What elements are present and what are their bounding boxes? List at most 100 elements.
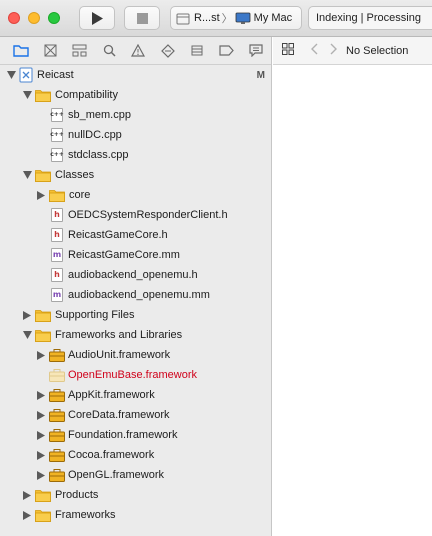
tree-row[interactable]: c++ nullDC.cpp: [0, 125, 271, 145]
no-selection-label: No Selection: [346, 44, 409, 57]
window-toolbar: R...st 〉 My Mac Indexing | Processing: [0, 0, 432, 37]
grid-icon: [282, 43, 294, 55]
disclosure-collapsed-icon[interactable]: [36, 410, 46, 420]
tree-row-label: core: [69, 189, 91, 201]
back-button[interactable]: [310, 43, 318, 58]
related-items-button[interactable]: [282, 43, 294, 58]
tree-row-label: stdclass.cpp: [68, 149, 129, 161]
tree-row[interactable]: CoreData.framework: [0, 405, 271, 425]
tab-debug-navigator[interactable]: [183, 41, 212, 61]
editor-area: [273, 66, 432, 536]
stop-icon: [136, 12, 148, 24]
tree-row-label: Classes: [55, 169, 95, 181]
tree-row-label: Products: [55, 489, 99, 501]
header-file-icon: h: [51, 228, 63, 242]
tab-source-control-navigator[interactable]: [35, 41, 64, 61]
app-target-icon: [176, 13, 190, 24]
disclosure-expanded-icon[interactable]: [22, 330, 32, 340]
disclosure-expanded-icon[interactable]: [22, 90, 32, 100]
minimize-window-button[interactable]: [28, 12, 40, 24]
run-button[interactable]: [79, 6, 115, 30]
disclosure-collapsed-icon[interactable]: [36, 190, 46, 200]
framework-toolbox-icon: [49, 348, 65, 362]
editor-jump-bar: No Selection: [273, 37, 432, 65]
tree-row[interactable]: Frameworks and Libraries: [0, 325, 271, 345]
tree-row[interactable]: m audiobackend_openemu.mm: [0, 285, 271, 305]
tab-symbol-navigator[interactable]: [65, 41, 94, 61]
run-destination-label: My Mac: [253, 12, 293, 24]
forward-button[interactable]: [330, 43, 338, 58]
scheme-project-label: R...st: [194, 12, 220, 24]
framework-toolbox-icon: [49, 388, 65, 402]
tree-row[interactable]: c++ sb_mem.cpp: [0, 105, 271, 125]
disclosure-expanded-icon[interactable]: [22, 170, 32, 180]
tree-row[interactable]: Foundation.framework: [0, 425, 271, 445]
tree-row-label: AppKit.framework: [68, 389, 155, 401]
tree-row[interactable]: Classes: [0, 165, 271, 185]
tree-row[interactable]: m ReicastGameCore.mm: [0, 245, 271, 265]
disclosure-collapsed-icon[interactable]: [22, 490, 32, 500]
tree-row[interactable]: Products: [0, 485, 271, 505]
tab-test-navigator[interactable]: [153, 41, 182, 61]
hierarchy-icon: [72, 44, 87, 57]
tab-issue-navigator[interactable]: [124, 41, 153, 61]
tree-row-label: AudioUnit.framework: [68, 349, 171, 361]
tree-row[interactable]: h ReicastGameCore.h: [0, 225, 271, 245]
cpp-file-icon: c++: [50, 148, 64, 162]
project-name-label: Reicast: [37, 69, 74, 81]
tab-breakpoint-navigator[interactable]: [212, 41, 241, 61]
tree-row[interactable]: Compatibility: [0, 85, 271, 105]
tab-project-navigator[interactable]: [6, 41, 35, 61]
tree-row-label: Compatibility: [55, 89, 118, 101]
tree-row[interactable]: OpenGL.framework: [0, 465, 271, 485]
framework-toolbox-icon: [49, 468, 65, 482]
project-root-row[interactable]: Reicast M: [0, 65, 271, 85]
folder-icon: [35, 309, 51, 322]
close-window-button[interactable]: [8, 12, 20, 24]
tree-row[interactable]: Supporting Files: [0, 305, 271, 325]
tree-row[interactable]: h audiobackend_openemu.h: [0, 265, 271, 285]
tree-row[interactable]: AudioUnit.framework: [0, 345, 271, 365]
source-control-icon: [44, 44, 57, 57]
tab-report-navigator[interactable]: [242, 41, 271, 61]
tree-row[interactable]: Cocoa.framework: [0, 445, 271, 465]
stop-button[interactable]: [124, 6, 160, 30]
navigator-selector-bar: [0, 37, 271, 65]
framework-toolbox-icon: [49, 368, 65, 382]
test-diamond-icon: [161, 43, 175, 58]
activity-viewer: Indexing | Processing: [308, 6, 432, 30]
tree-row[interactable]: c++ stdclass.cpp: [0, 145, 271, 165]
objc-file-icon: m: [51, 288, 63, 302]
activity-status-text: Indexing | Processing: [316, 12, 421, 24]
project-file-tree: Reicast M Compatibility c++ sb_mem.cpp c++ n…: [0, 65, 271, 525]
tree-row[interactable]: AppKit.framework: [0, 385, 271, 405]
zoom-window-button[interactable]: [48, 12, 60, 24]
disclosure-collapsed-icon[interactable]: [22, 510, 32, 520]
tree-row[interactable]: Frameworks: [0, 505, 271, 525]
disclosure-collapsed-icon[interactable]: [36, 450, 46, 460]
folder-icon: [35, 89, 51, 102]
tree-row-label: ReicastGameCore.mm: [68, 249, 180, 261]
tree-row-label: audiobackend_openemu.mm: [68, 289, 210, 301]
disclosure-collapsed-icon[interactable]: [22, 310, 32, 320]
disclosure-collapsed-icon[interactable]: [36, 390, 46, 400]
cpp-file-icon: c++: [50, 108, 64, 122]
tab-find-navigator[interactable]: [94, 41, 123, 61]
xcode-project-icon: [19, 67, 33, 83]
disclosure-expanded-icon[interactable]: [6, 70, 16, 80]
tree-row-label: CoreData.framework: [68, 409, 170, 421]
tree-row[interactable]: OpenEmuBase.framework: [0, 365, 271, 385]
tree-row-label: Supporting Files: [55, 309, 135, 321]
tree-row-label: nullDC.cpp: [68, 129, 122, 141]
scheme-selector[interactable]: R...st 〉 My Mac: [170, 6, 302, 30]
disclosure-collapsed-icon[interactable]: [36, 350, 46, 360]
tree-row[interactable]: core: [0, 185, 271, 205]
chevron-right-icon: [330, 43, 337, 55]
disclosure-collapsed-icon[interactable]: [36, 470, 46, 480]
mac-display-icon: [235, 12, 251, 24]
folder-icon: [35, 489, 51, 502]
search-icon: [103, 44, 116, 57]
tree-row[interactable]: h OEDCSystemResponderClient.h: [0, 205, 271, 225]
disclosure-collapsed-icon[interactable]: [36, 430, 46, 440]
header-file-icon: h: [51, 268, 63, 282]
